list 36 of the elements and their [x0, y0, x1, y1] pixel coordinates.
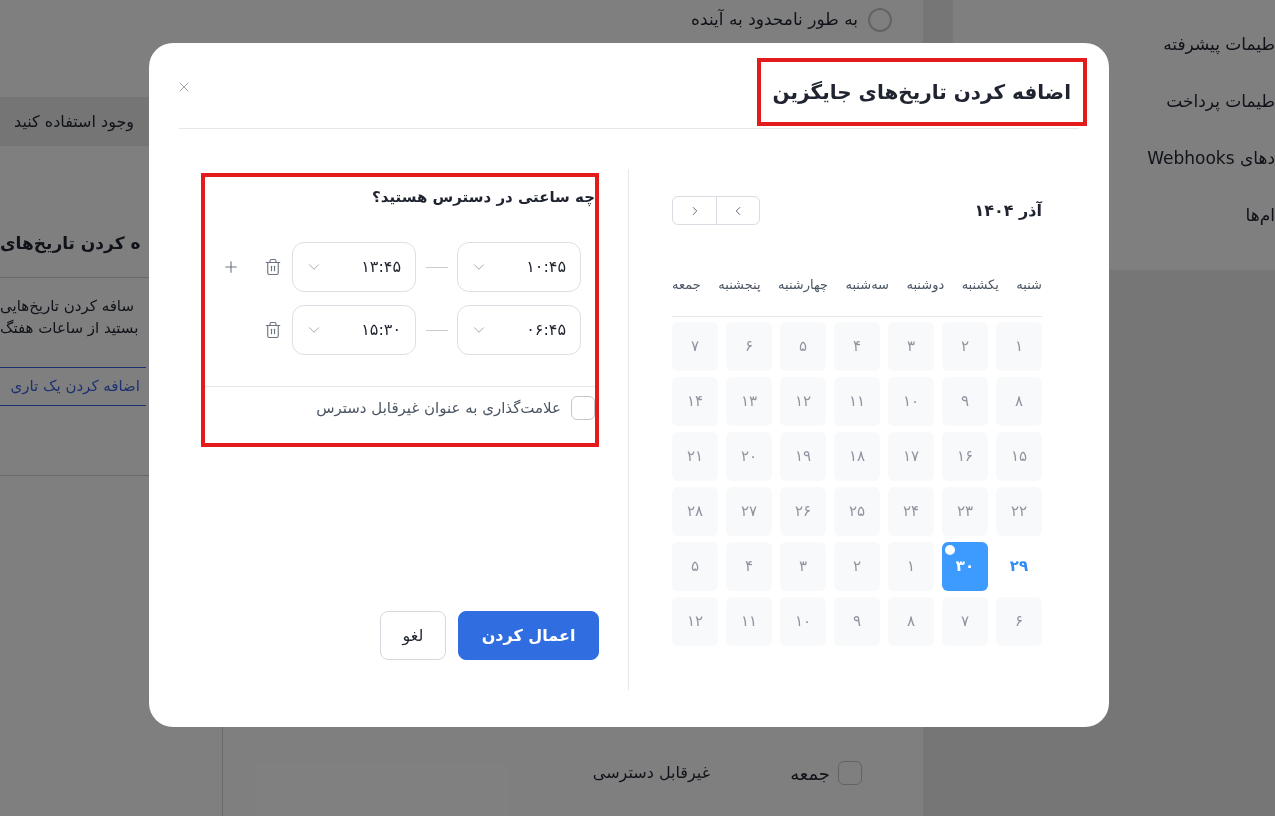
dialog-title: اضافه کردن تاریخ‌های جایگزین — [772, 79, 1071, 106]
section-title: ه کردن تاریخ‌های — [0, 232, 141, 255]
weekday-label: پنجشنبه — [718, 276, 761, 294]
cancel-button[interactable]: لغو — [380, 611, 446, 660]
weekday-label: جمعه — [672, 276, 701, 294]
weekday-label: شنبه — [1016, 276, 1042, 294]
description-text: سافه کردن تاریخ‌هایی — [0, 296, 134, 317]
radio-button[interactable] — [868, 8, 892, 32]
checkbox-label: علامت‌گذاری به عنوان غیرقابل دسترس — [316, 397, 561, 419]
weekday-label: چهارشنبه — [778, 276, 828, 295]
checkbox[interactable] — [571, 396, 595, 420]
calendar-day[interactable]: ۳۰ — [942, 542, 988, 591]
question-text: چه ساعتی در دسترس هستید؟ — [372, 187, 595, 207]
status-text: غیرقابل دسترسی — [592, 762, 710, 785]
sidebar-item[interactable]: ام‌ها — [1245, 202, 1275, 230]
radio-label: به طور نامحدود به آینده — [691, 8, 858, 32]
apply-button[interactable]: اعمال کردن — [458, 611, 599, 660]
time-select[interactable]: ۱۵:۳۰ — [292, 305, 416, 355]
weekday-label: سه‌شنبه — [845, 276, 889, 294]
sidebar-item[interactable]: طیمات پرداخت — [1166, 88, 1275, 116]
time-select[interactable]: ۰۶:۴۵ — [457, 305, 581, 355]
weekday-label: دوشنبه — [906, 276, 945, 295]
checkbox[interactable] — [838, 761, 862, 785]
weekday-label: یکشنبه — [961, 276, 999, 294]
trash-icon[interactable] — [264, 258, 282, 276]
trash-icon[interactable] — [264, 321, 282, 339]
day-label: جمعه — [790, 762, 830, 784]
sidebar-item[interactable]: طیمات پیشرفته — [1163, 31, 1275, 59]
time-select[interactable]: ۱۳:۴۵ — [292, 242, 416, 292]
plus-icon[interactable] — [222, 258, 240, 276]
time-select[interactable]: ۱۰:۴۵ — [457, 242, 581, 292]
description-text: بستید از ساعات هفتگ — [0, 318, 139, 339]
sidebar-item[interactable]: دهای Webhooks — [1147, 145, 1275, 173]
banner-text: وجود استفاده کنید — [14, 110, 134, 134]
month-title: آذر ۱۴۰۴ — [974, 199, 1042, 222]
add-date-button[interactable]: اضافه کردن یک تاری — [0, 367, 146, 406]
